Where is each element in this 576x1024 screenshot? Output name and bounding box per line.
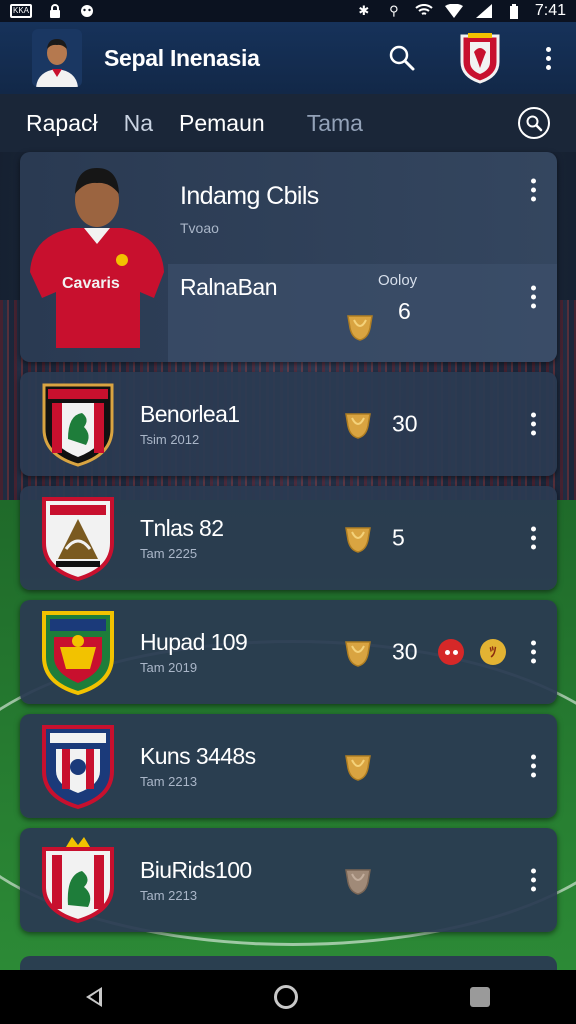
team-name: Benorlea1 (140, 401, 240, 427)
team-card[interactable]: Hupad 109 Tam 2019 30 ﾂ (20, 600, 557, 704)
team-crest-icon (38, 379, 118, 469)
back-icon[interactable] (86, 987, 102, 1007)
recents-icon[interactable] (470, 987, 490, 1007)
avatar[interactable] (32, 29, 82, 87)
tab-bar: Rapacł Na Pemaun Tama (0, 94, 576, 152)
lock-icon (46, 4, 64, 18)
team-name: Tnlas 82 (140, 515, 224, 541)
trophy-count: 30 (392, 638, 418, 665)
search-icon[interactable] (388, 44, 416, 72)
trophy-icon (342, 408, 374, 440)
team-card[interactable]: Kuns 3448s Tam 2213 (20, 714, 557, 818)
tab-tama[interactable]: Tama (307, 110, 363, 137)
more-vert-icon[interactable] (523, 526, 543, 550)
more-vert-icon[interactable] (538, 46, 558, 70)
club-crest-icon[interactable] (458, 32, 502, 84)
more-vert-icon[interactable] (523, 868, 543, 892)
status-bar: KKA ✱ ⚲ 7:41 (0, 0, 576, 22)
face-icon (78, 4, 96, 18)
team-sub: Tam 2019 (140, 660, 198, 675)
clock: 7:41 (534, 2, 566, 19)
more-vert-icon[interactable] (523, 412, 543, 436)
featured-subtitle: Tvoao (180, 220, 219, 236)
team-card[interactable]: Tnlas 82 Tam 2225 5 (20, 486, 557, 590)
trophy-icon (342, 636, 374, 668)
wifi-icon (444, 4, 463, 18)
battery-icon (505, 3, 523, 19)
shirt-sponsor: Cavaris (62, 275, 120, 292)
team-crest-icon (38, 835, 118, 925)
trophy-icon (342, 750, 374, 782)
app-title: Sepal Inenasia (104, 44, 260, 71)
team-sub: Tsim 2012 (140, 432, 200, 447)
team-crest-icon (38, 493, 118, 583)
featured-player-row[interactable]: RalnaBan Ooloy 6 (168, 264, 557, 362)
wifi-signal-icon (415, 4, 433, 18)
team-sub: Tam 2213 (140, 888, 198, 903)
more-vert-icon[interactable] (523, 754, 543, 778)
team-list: Cavaris Indamg Cbils Tvoao RalnaBan Oolo… (20, 152, 557, 932)
team-crest-icon (38, 721, 118, 811)
bluetooth-icon: ✱ (358, 3, 370, 18)
tab-na[interactable]: Na (124, 110, 153, 137)
trophy-count: 6 (398, 298, 411, 324)
trophy-icon (342, 522, 374, 554)
trophy-count: 30 (392, 410, 418, 437)
gold-badge-icon[interactable]: ﾂ (480, 639, 506, 665)
featured-player-card[interactable]: Cavaris Indamg Cbils Tvoao RalnaBan Oolo… (20, 152, 557, 362)
player-name: RalnaBan (180, 274, 278, 300)
trophy-icon (342, 864, 374, 896)
tab-rapach[interactable]: Rapacł (26, 110, 98, 137)
team-name: Hupad 109 (140, 629, 248, 655)
team-name: BiuRids100 (140, 857, 252, 883)
more-vert-icon[interactable] (523, 178, 543, 202)
more-vert-icon[interactable] (523, 285, 543, 309)
team-card[interactable]: BiuRids100 Tam 2213 (20, 828, 557, 932)
app-bar: Sepal Inenasia (0, 22, 576, 94)
system-nav-bar (0, 970, 576, 1024)
search-icon[interactable] (518, 107, 550, 139)
stat-label: Ooloy (378, 272, 418, 289)
player-photo: Cavaris (22, 152, 172, 352)
featured-title: Indamg Cbils (180, 182, 319, 210)
cell-signal-icon (475, 4, 493, 18)
red-badge-icon[interactable] (438, 639, 464, 665)
more-vert-icon[interactable] (523, 640, 543, 664)
team-card[interactable]: Benorlea1 Tsim 2012 30 (20, 372, 557, 476)
team-crest-icon (38, 607, 118, 697)
tab-pemaun[interactable]: Pemaun (179, 110, 265, 137)
notification-badge: KKA (10, 4, 32, 18)
trophy-count: 5 (392, 524, 405, 551)
trophy-icon (344, 310, 376, 342)
team-sub: Tam 2213 (140, 774, 198, 789)
vibrate-icon: ⚲ (389, 3, 399, 18)
team-name: Kuns 3448s (140, 743, 256, 769)
home-icon[interactable] (274, 985, 298, 1009)
team-sub: Tam 2225 (140, 546, 198, 561)
